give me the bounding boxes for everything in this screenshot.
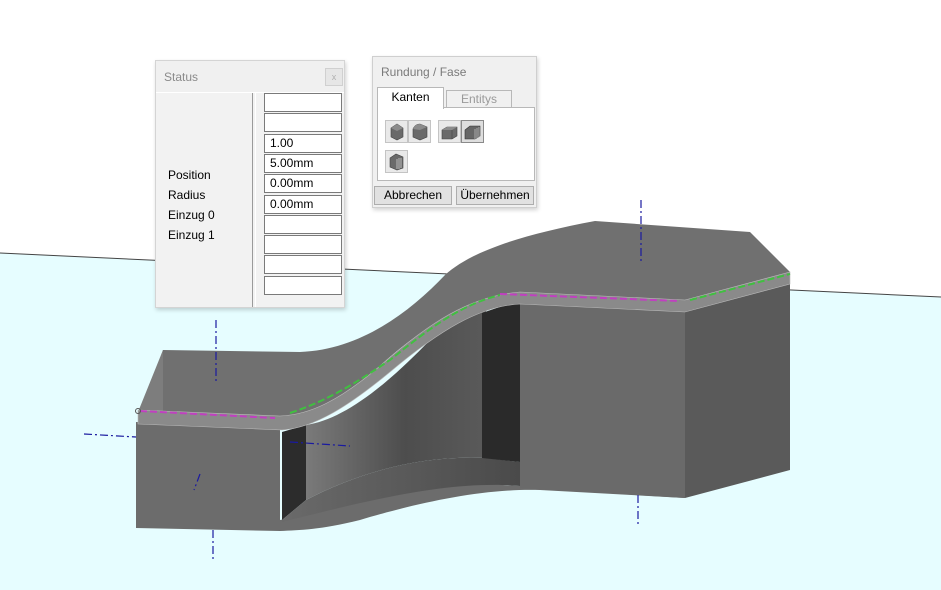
- cancel-button[interactable]: Abbrechen: [374, 186, 452, 205]
- label-radius: Radius: [168, 188, 206, 202]
- chamfer-edge-icon: [441, 126, 458, 140]
- edge-select-icon: [389, 153, 404, 171]
- pocket-side-wall: [482, 300, 520, 462]
- tab-entitys[interactable]: Entitys: [446, 90, 512, 107]
- status-field-empty[interactable]: [264, 215, 342, 234]
- round-edge-alt-icon: [412, 123, 428, 141]
- label-einzug-0: Einzug 0: [168, 208, 215, 222]
- round-edge-alt-button[interactable]: [408, 120, 431, 143]
- status-field-empty[interactable]: [264, 93, 342, 112]
- status-field-empty[interactable]: [264, 235, 342, 254]
- einzug-1-field[interactable]: 0.00mm: [264, 195, 342, 214]
- status-field-empty[interactable]: [264, 276, 342, 295]
- status-field-empty[interactable]: [264, 255, 342, 274]
- round-edge-icon: [390, 123, 404, 141]
- radius-field[interactable]: 5.00mm: [264, 154, 342, 173]
- label-position: Position: [168, 168, 211, 182]
- apply-button[interactable]: Übernehmen: [456, 186, 534, 205]
- position-field[interactable]: 1.00: [264, 134, 342, 153]
- label-einzug-1: Einzug 1: [168, 228, 215, 242]
- status-panel: Status x Position Radius Einzug 0 Einzug…: [155, 60, 345, 308]
- tab-content-kanten: [377, 107, 535, 181]
- status-title: Status: [164, 70, 199, 84]
- status-field-empty[interactable]: [264, 113, 342, 132]
- fillet-panel-title: Rundung / Fase: [381, 65, 467, 79]
- model-right-face: [685, 276, 790, 498]
- round-edge-button[interactable]: [385, 120, 408, 143]
- chamfer-active-button[interactable]: [461, 120, 484, 143]
- model-block-front: [520, 300, 685, 498]
- chamfer-edge-button[interactable]: [438, 120, 461, 143]
- einzug-0-field[interactable]: 0.00mm: [264, 174, 342, 193]
- tab-kanten[interactable]: Kanten: [377, 87, 444, 109]
- chamfer-active-icon: [464, 125, 481, 140]
- edge-select-button[interactable]: [385, 150, 408, 173]
- status-body: Position Radius Einzug 0 Einzug 1 1.00 5…: [156, 92, 344, 307]
- fillet-chamfer-panel: Rundung / Fase Kanten Entitys Abbrechen …: [372, 56, 537, 208]
- close-button[interactable]: x: [325, 68, 343, 86]
- status-divider: [252, 93, 256, 307]
